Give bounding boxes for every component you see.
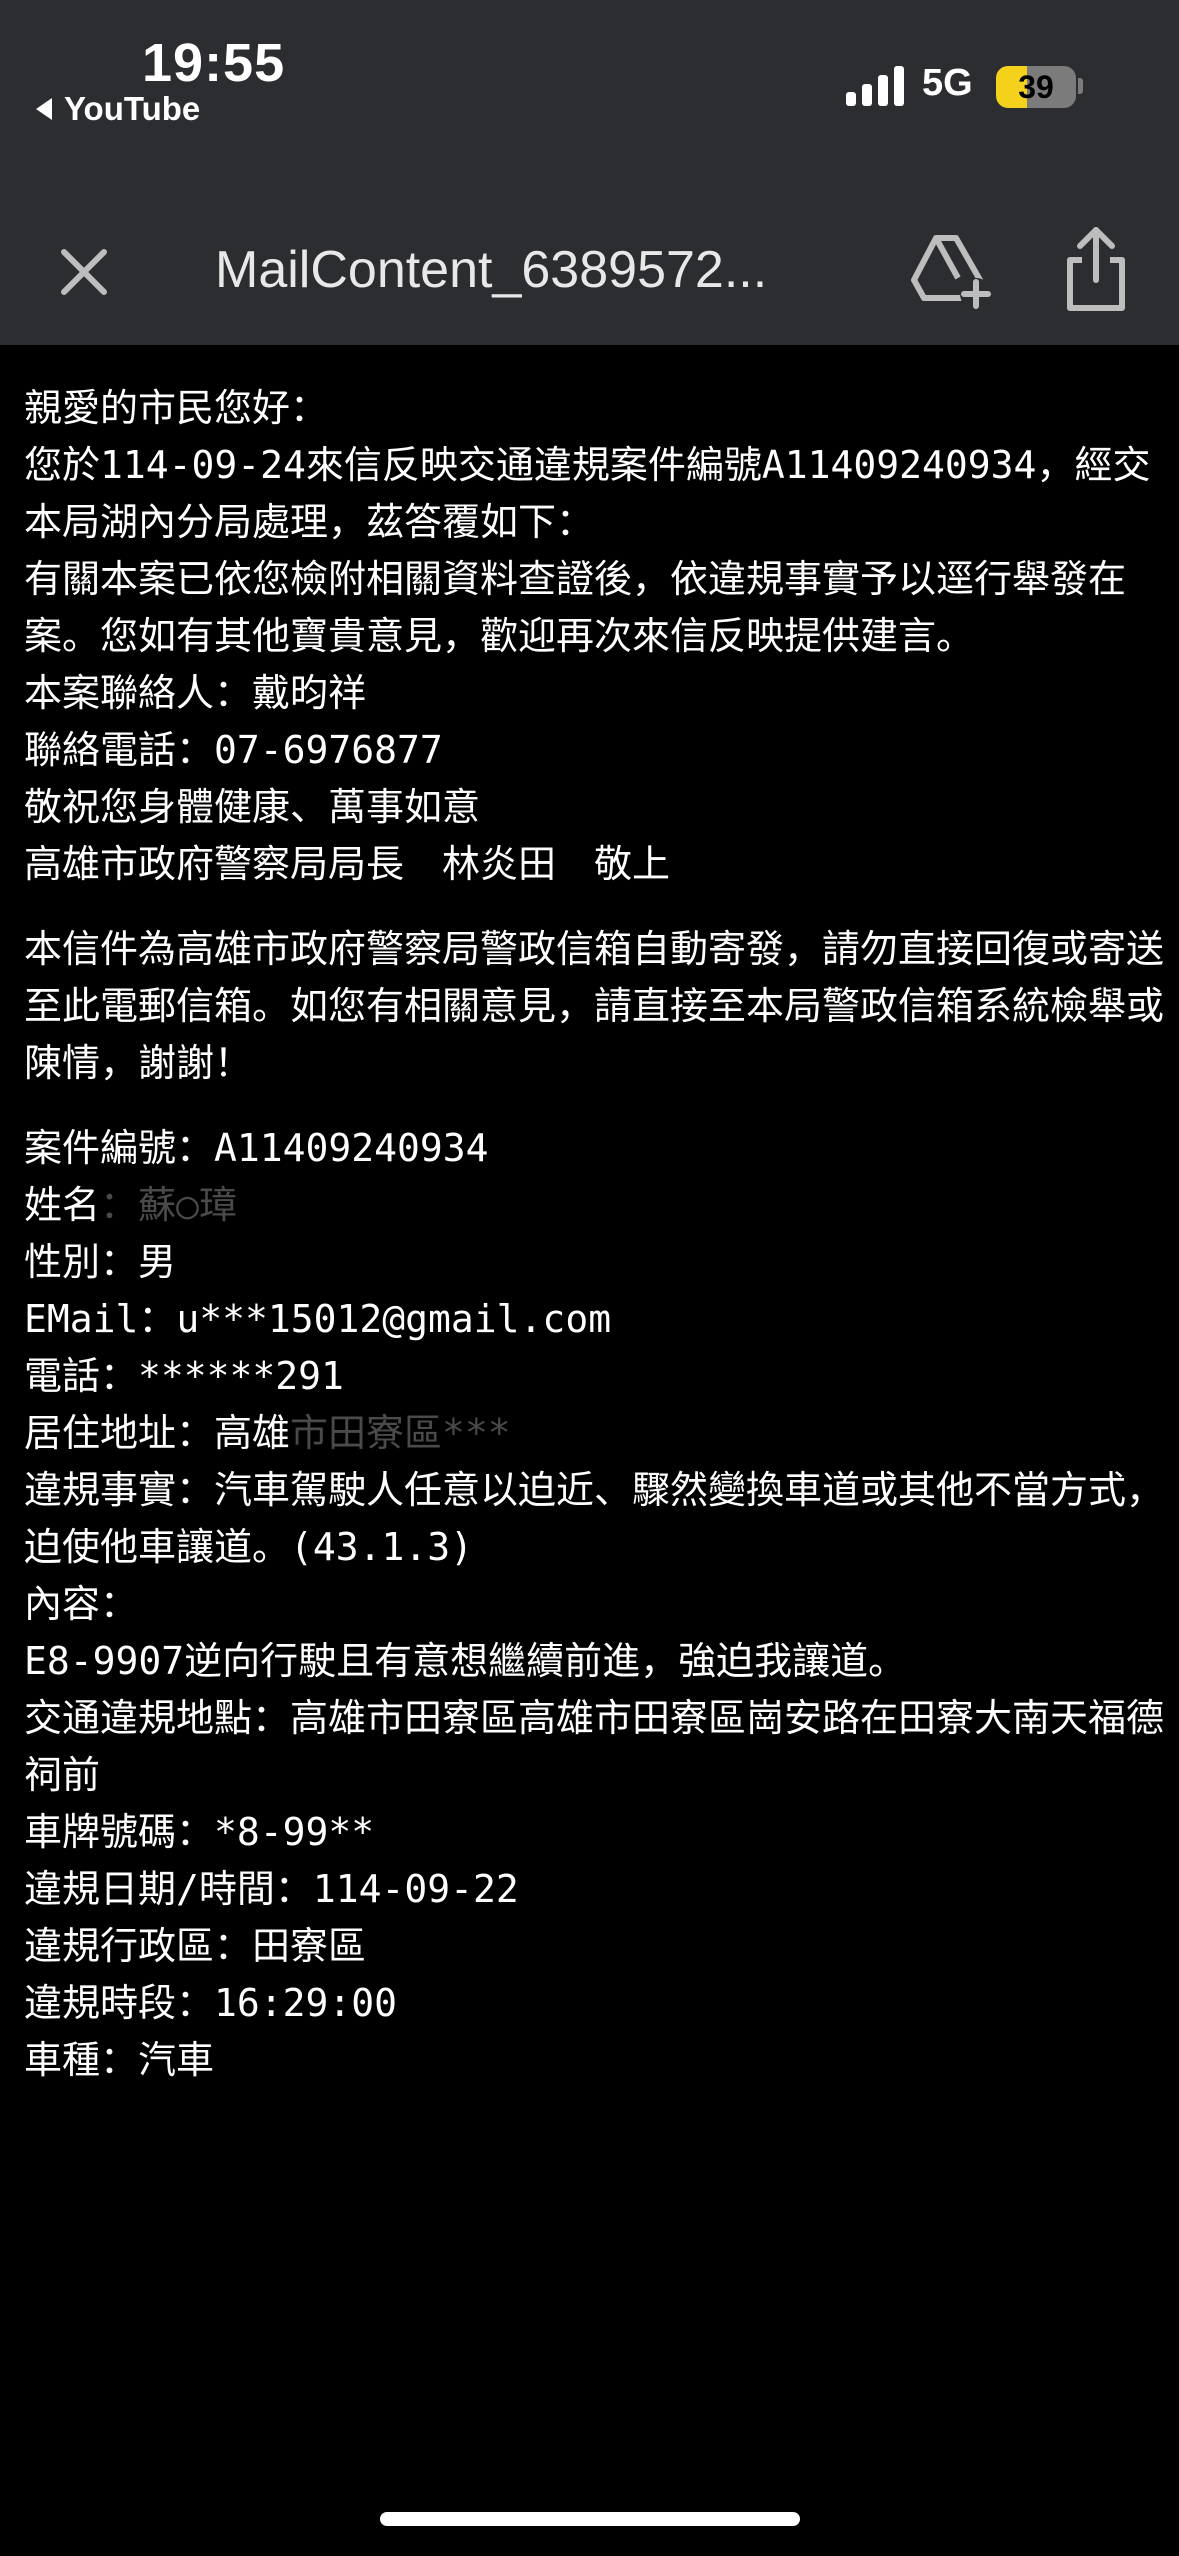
reporter-phone: 電話：******291	[24, 1354, 344, 1398]
vehicle-type: 車種：汽車	[24, 2038, 215, 2082]
violation-location: 交通違規地點：高雄市田寮區高雄市田寮區崗安路在田寮大南天福德祠前	[24, 1696, 1165, 1797]
back-triangle-icon	[36, 98, 52, 120]
reply-section: 親愛的市民您好： 您於114-09-24來信反映交通違規案件編號A1140924…	[24, 380, 1164, 893]
reporter-address: 居住地址：高雄市田寮區***	[24, 1405, 1164, 1462]
viewer-toolbar: MailContent_6389572...	[0, 200, 1179, 345]
violation-time-slot: 違規時段：16:29:00	[24, 1981, 398, 2025]
network-type: 5G	[922, 62, 973, 104]
license-plate: 車牌號碼：*8-99**	[24, 1810, 375, 1854]
case-number: 案件編號：A11409240934	[24, 1126, 489, 1170]
close-icon[interactable]	[40, 228, 128, 316]
violation-date: 違規日期/時間：114-09-22	[24, 1867, 519, 1911]
address-value: 市田寮區***	[290, 1411, 511, 1455]
reporter-email: EMail：u***15012@gmail.com	[24, 1297, 612, 1341]
closing-line: 敬祝您身體健康、萬事如意	[24, 785, 481, 829]
back-app-label: YouTube	[64, 90, 201, 127]
battery-level: 39	[1018, 69, 1054, 105]
notice-text: 本信件為高雄市政府警察局警政信箱自動寄發，請勿直接回復或寄送至此電郵信箱。如您有…	[24, 927, 1165, 1085]
content-text: E8-9907逆向行駛且有意想繼續前進，強迫我讓道。	[24, 1639, 907, 1683]
share-icon[interactable]	[1050, 220, 1142, 320]
status-bar: 19:55 YouTube 5G 39	[0, 0, 1179, 200]
reply-body-line: 您於114-09-24來信反映交通違規案件編號A11409240934，經交本局…	[24, 443, 1151, 544]
content-label: 內容：	[24, 1582, 139, 1626]
name-label: 姓名	[24, 1183, 101, 1227]
mail-content: 親愛的市民您好： 您於114-09-24來信反映交通違規案件編號A1140924…	[24, 380, 1164, 2089]
case-details: 案件編號：A11409240934 姓名：蘇○璋 性別：男 EMail：u***…	[24, 1120, 1164, 2089]
add-to-drive-icon[interactable]	[906, 224, 998, 316]
reply-body-line: 有關本案已依您檢附相關資料查證後，依違規事實予以逕行舉發在案。您如有其他寶貴意見…	[24, 557, 1127, 658]
auto-mail-notice: 本信件為高雄市政府警察局警政信箱自動寄發，請勿直接回復或寄送至此電郵信箱。如您有…	[24, 921, 1164, 1092]
cellular-signal-icon	[846, 66, 904, 106]
violation-fact: 違規事實：汽車駕駛人任意以迫近、驟然變換車道或其他不當方式，迫使他車讓道。(43…	[24, 1468, 1165, 1569]
violation-district: 違規行政區：田寮區	[24, 1924, 367, 1968]
signature: 高雄市政府警察局局長 林炎田 敬上	[24, 842, 671, 886]
home-indicator[interactable]	[380, 2512, 800, 2526]
contact-phone: 聯絡電話：07-6976877	[24, 728, 443, 772]
reporter-gender: 性別：男	[24, 1240, 177, 1284]
greeting: 親愛的市民您好：	[24, 386, 329, 430]
battery-icon: 39	[996, 66, 1076, 108]
battery-tip	[1078, 78, 1083, 94]
back-to-app-button[interactable]: YouTube	[36, 90, 200, 128]
address-label: 居住地址：高雄	[24, 1411, 291, 1455]
contact-person: 本案聯絡人：戴昀祥	[24, 671, 367, 715]
name-value: ：蘇○璋	[100, 1183, 237, 1227]
reporter-name: 姓名：蘇○璋	[24, 1177, 1164, 1234]
document-title: MailContent_6389572...	[215, 241, 768, 299]
status-time: 19:55	[142, 33, 286, 93]
